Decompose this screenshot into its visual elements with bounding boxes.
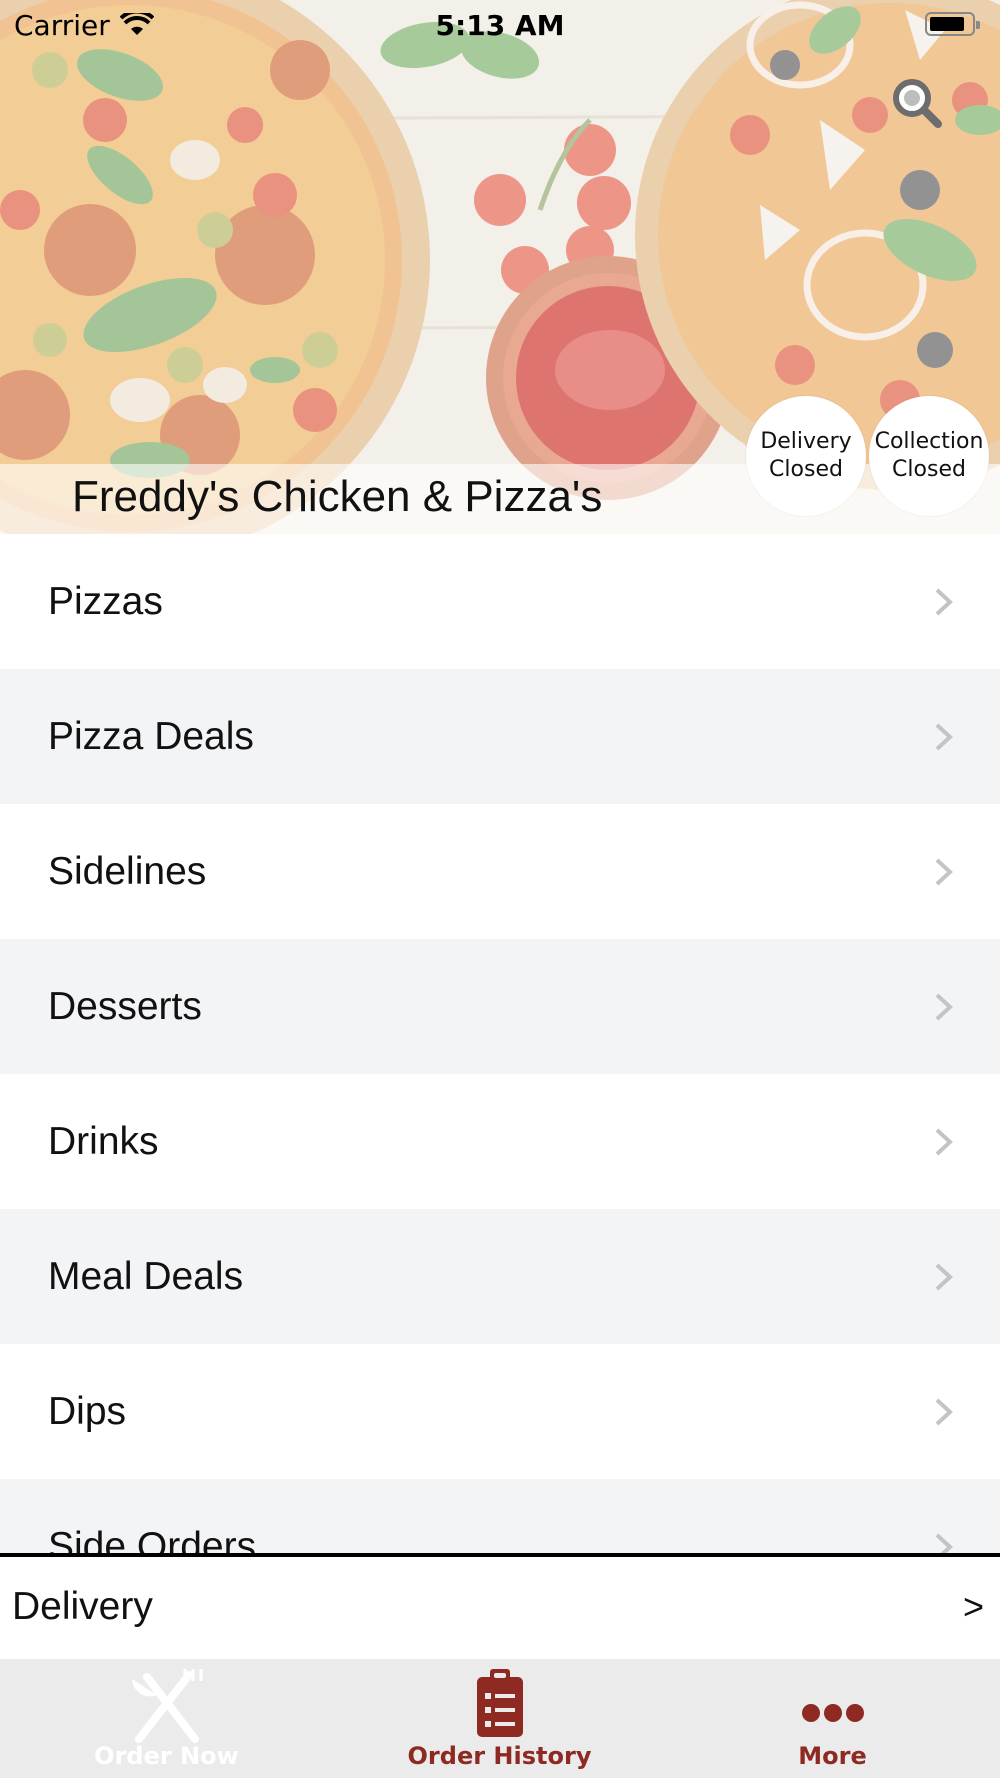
menu-item-label: Meal Deals <box>48 1255 244 1298</box>
chevron-right-icon <box>935 1398 953 1426</box>
menu-item-dips[interactable]: Dips <box>0 1344 1000 1479</box>
menu-item-pizzas[interactable]: Pizzas <box>0 534 1000 669</box>
clock: 5:13 AM <box>435 9 565 42</box>
menu-item-pizza-deals[interactable]: Pizza Deals <box>0 669 1000 804</box>
order-type-label: Delivery <box>12 1585 153 1628</box>
chevron-right-icon <box>935 1263 953 1291</box>
menu-item-label: Dips <box>48 1390 127 1433</box>
tab-order-now[interactable]: Order Now <box>0 1659 333 1778</box>
menu-item-label: Pizza Deals <box>48 715 254 758</box>
delivery-badge-status: Closed <box>769 457 843 482</box>
menu-item-desserts[interactable]: Desserts <box>0 939 1000 1074</box>
menu-category-list: Pizzas Pizza Deals Sidelines Desserts Dr… <box>0 534 1000 1553</box>
tab-order-history-label: Order History <box>407 1742 592 1770</box>
battery-icon <box>925 12 980 36</box>
search-icon[interactable] <box>890 76 944 130</box>
chevron-right-icon <box>935 723 953 751</box>
collection-status-badge: Collection Closed <box>869 396 989 516</box>
tab-more[interactable]: More <box>666 1659 999 1778</box>
menu-item-label: Drinks <box>48 1120 159 1163</box>
delivery-badge-title: Delivery <box>760 429 852 454</box>
chevron-right-icon <box>935 1533 953 1553</box>
order-type-arrow: > <box>962 1586 984 1627</box>
more-dots-icon <box>801 1704 864 1722</box>
menu-item-sidelines[interactable]: Sidelines <box>0 804 1000 939</box>
fork-knife-icon <box>131 1669 202 1743</box>
collection-badge-title: Collection <box>874 429 984 454</box>
clipboard-list-icon <box>476 1669 523 1737</box>
menu-item-label: Side Orders <box>48 1525 257 1553</box>
collection-badge-status: Closed <box>892 457 966 482</box>
tab-order-history[interactable]: Order History <box>333 1659 666 1778</box>
menu-item-label: Pizzas <box>48 580 163 623</box>
menu-item-side-orders[interactable]: Side Orders <box>0 1479 1000 1553</box>
menu-item-label: Desserts <box>48 985 202 1028</box>
tab-more-label: More <box>798 1742 867 1770</box>
tab-order-now-label: Order Now <box>94 1742 239 1770</box>
restaurant-name: Freddy's Chicken & Pizza's <box>72 472 603 521</box>
menu-item-label: Sidelines <box>48 850 207 893</box>
status-bar: Carrier 5:13 AM <box>0 0 1000 50</box>
menu-item-drinks[interactable]: Drinks <box>0 1074 1000 1209</box>
chevron-right-icon <box>935 858 953 886</box>
chevron-right-icon <box>935 588 953 616</box>
menu-item-meal-deals[interactable]: Meal Deals <box>0 1209 1000 1344</box>
chevron-right-icon <box>935 993 953 1021</box>
order-type-selector[interactable]: Delivery > <box>0 1557 1000 1659</box>
delivery-status-badge: Delivery Closed <box>746 396 866 516</box>
tab-bar: Order Now Order History More <box>0 1659 1000 1778</box>
chevron-right-icon <box>935 1128 953 1156</box>
